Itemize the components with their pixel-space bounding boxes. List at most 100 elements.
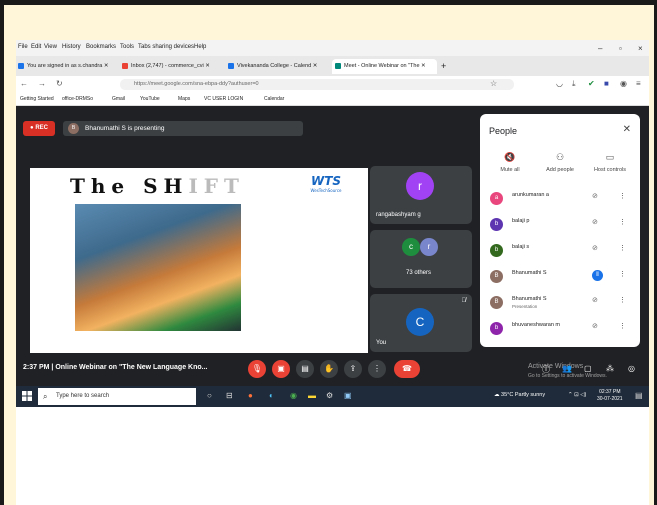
participant-name: bhuvaneshwaran m bbox=[512, 322, 561, 328]
more-options-icon[interactable]: ⋮ bbox=[619, 322, 626, 330]
maximize-icon[interactable]: ▫ bbox=[619, 44, 622, 53]
participant-tile-rangabashyam[interactable]: r rangabashyam g bbox=[370, 166, 472, 224]
leave-call-button[interactable]: ☎ bbox=[394, 360, 420, 378]
menu-view[interactable]: View bbox=[44, 44, 57, 50]
participant-avatar: b bbox=[490, 218, 503, 231]
app-icon[interactable]: ▣ bbox=[344, 391, 352, 400]
menu-icon[interactable]: ≡ bbox=[636, 79, 641, 88]
new-tab-icon[interactable]: + bbox=[441, 59, 451, 74]
mic-off-icon[interactable]: ⊘ bbox=[592, 218, 598, 226]
lock-icon[interactable]: ◎ bbox=[628, 364, 635, 373]
chrome-icon[interactable]: ◉ bbox=[290, 391, 297, 400]
notifications-icon[interactable]: ▤ bbox=[635, 391, 643, 400]
people-icon[interactable]: 👥 bbox=[562, 364, 572, 373]
more-options-icon[interactable]: ⋮ bbox=[619, 244, 626, 252]
minimize-icon[interactable]: – bbox=[598, 44, 602, 53]
close-window-icon[interactable]: × bbox=[638, 44, 643, 53]
more-options-icon[interactable]: ⋮ bbox=[619, 192, 626, 200]
firefox-icon[interactable]: ● bbox=[248, 391, 253, 400]
more-options-icon[interactable]: ⋮ bbox=[619, 218, 626, 226]
weather-widget[interactable]: ☁ 35°C Partly sunny bbox=[494, 392, 545, 398]
taskbar-clock[interactable]: 02:37 PM 30-07-2021 bbox=[597, 389, 623, 403]
mic-off-icon[interactable]: ⊘ bbox=[592, 192, 598, 200]
download-icon[interactable]: ⤓ bbox=[572, 79, 576, 89]
menu-history[interactable]: History bbox=[62, 44, 81, 50]
settings-icon[interactable]: ⚙ bbox=[326, 391, 333, 400]
meeting-info: 2:37 PM | Online Webinar on "The New Lan… bbox=[23, 364, 208, 371]
mute-all-button[interactable]: 🔇 Mute all bbox=[485, 152, 535, 173]
menu-edit[interactable]: Edit bbox=[31, 44, 41, 50]
edge-icon[interactable]: ◐ bbox=[269, 391, 274, 400]
weather-icon: ☁ bbox=[494, 392, 500, 398]
bookmark-getting-started[interactable]: Getting Started bbox=[20, 96, 54, 102]
captions-button[interactable]: ▤ bbox=[296, 360, 314, 378]
more-options-icon[interactable]: ⋮ bbox=[619, 296, 626, 304]
info-icon[interactable]: ⓘ bbox=[542, 364, 550, 375]
back-icon[interactable]: ← bbox=[20, 79, 28, 88]
checkmark-icon[interactable]: ✔ bbox=[588, 79, 595, 88]
tab-calendar[interactable]: Vivekananda College - Calend ✕ bbox=[228, 59, 328, 74]
wts-logo-icon: WTS WesTechSource bbox=[311, 174, 343, 193]
bookmark-vc-user-login[interactable]: VC USER LOGIN bbox=[204, 96, 243, 102]
bookmark-maps[interactable]: Maps bbox=[178, 96, 190, 102]
participant-row[interactable]: a arunkumaran a ⊘ ⋮ bbox=[486, 189, 631, 213]
participant-row[interactable]: B Bhanumathi S ⦀ ⋮ bbox=[486, 267, 631, 291]
participant-avatar: a bbox=[490, 192, 503, 205]
bookmarks-bar: Getting Started office-DRMSo Gmail YouTu… bbox=[16, 93, 649, 106]
present-button[interactable]: ⇪ bbox=[344, 360, 362, 378]
cortana-icon[interactable]: ○ bbox=[207, 391, 212, 400]
pocket-icon[interactable]: ◡ bbox=[556, 79, 563, 88]
tab-favicon-icon bbox=[18, 62, 24, 69]
meeting-controls: 2:37 PM | Online Webinar on "The New Lan… bbox=[16, 352, 649, 386]
raise-hand-button[interactable]: ✋ bbox=[320, 360, 338, 378]
windows-start-icon[interactable] bbox=[22, 391, 32, 401]
menu-file[interactable]: File bbox=[18, 44, 28, 50]
menu-help[interactable]: Help bbox=[194, 44, 206, 50]
mic-off-icon[interactable]: ⊘ bbox=[592, 244, 598, 252]
forward-icon[interactable]: → bbox=[38, 79, 46, 88]
menu-tabs-sharing[interactable]: Tabs sharing devices bbox=[138, 44, 194, 50]
participant-row[interactable]: b balaji p ⊘ ⋮ bbox=[486, 215, 631, 239]
file-explorer-icon[interactable]: ▬ bbox=[308, 391, 316, 400]
url-input[interactable]: https://meet.google.com/sna-ebpa-ddy?aut… bbox=[120, 79, 514, 90]
bookmark-youtube[interactable]: YouTube bbox=[140, 96, 160, 102]
shared-slide: The SHIFT WTS WesTechSource bbox=[30, 168, 368, 353]
tab-signed-in[interactable]: You are signed in as s.chandra ✕ bbox=[18, 59, 116, 74]
participant-avatar: b bbox=[490, 244, 503, 257]
task-view-icon[interactable]: ⊟ bbox=[226, 391, 233, 400]
bookmark-star-icon[interactable]: ☆ bbox=[490, 79, 497, 88]
self-tile[interactable]: 🎙̸ C You bbox=[370, 294, 472, 352]
bookmark-gmail[interactable]: Gmail bbox=[112, 96, 125, 102]
more-options-icon[interactable]: ⋮ bbox=[619, 270, 626, 278]
account-icon[interactable]: ◉ bbox=[620, 79, 627, 88]
tab-inbox[interactable]: Inbox (2,747) - commerce_cvi ✕ bbox=[122, 59, 220, 74]
bookmark-office-drms[interactable]: office-DRMSo bbox=[62, 96, 93, 102]
mic-toggle-button[interactable]: 🎙 bbox=[248, 360, 266, 378]
bookmark-calendar[interactable]: Calendar bbox=[264, 96, 284, 102]
chat-icon[interactable]: ▢ bbox=[584, 364, 592, 373]
host-controls-button[interactable]: ▭ Host controls bbox=[585, 152, 635, 173]
add-person-icon: ⚇ bbox=[555, 152, 565, 162]
participant-row[interactable]: b balaji s ⊘ ⋮ bbox=[486, 241, 631, 265]
menu-tools[interactable]: Tools bbox=[120, 44, 134, 50]
extension-icon[interactable]: ■ bbox=[604, 79, 609, 88]
tab-meet[interactable]: Meet - Online Webinar on "The ✕ bbox=[332, 59, 437, 74]
add-people-button[interactable]: ⚇ Add people bbox=[535, 152, 585, 173]
screenshot-frame: File Edit View History Bookmarks Tools T… bbox=[16, 40, 649, 505]
menu-bookmarks[interactable]: Bookmarks bbox=[86, 44, 116, 50]
camera-toggle-button[interactable]: ▣ bbox=[272, 360, 290, 378]
system-tray-icons[interactable]: ⌃ ⊡ ◁) bbox=[568, 392, 586, 398]
reload-icon[interactable]: ↻ bbox=[56, 79, 63, 88]
recording-badge: ● REC bbox=[23, 121, 55, 136]
menu-bar: File Edit View History Bookmarks Tools T… bbox=[16, 40, 649, 56]
taskbar-search-input[interactable]: ⌕ Type here to search bbox=[38, 388, 196, 405]
participant-row[interactable]: B Bhanumathi S Presentation ⊘ ⋮ bbox=[486, 293, 631, 317]
activities-icon[interactable]: ⁂ bbox=[606, 364, 614, 373]
mic-off-icon[interactable]: ⊘ bbox=[592, 322, 598, 330]
more-options-button[interactable]: ⋮ bbox=[368, 360, 386, 378]
participant-row[interactable]: b bhuvaneshwaran m ⊘ ⋮ bbox=[486, 319, 631, 343]
self-avatar: C bbox=[406, 308, 434, 336]
participant-tile-others[interactable]: c r 73 others bbox=[370, 230, 472, 288]
mic-off-icon[interactable]: ⊘ bbox=[592, 296, 598, 304]
close-panel-icon[interactable]: ✕ bbox=[623, 124, 631, 135]
